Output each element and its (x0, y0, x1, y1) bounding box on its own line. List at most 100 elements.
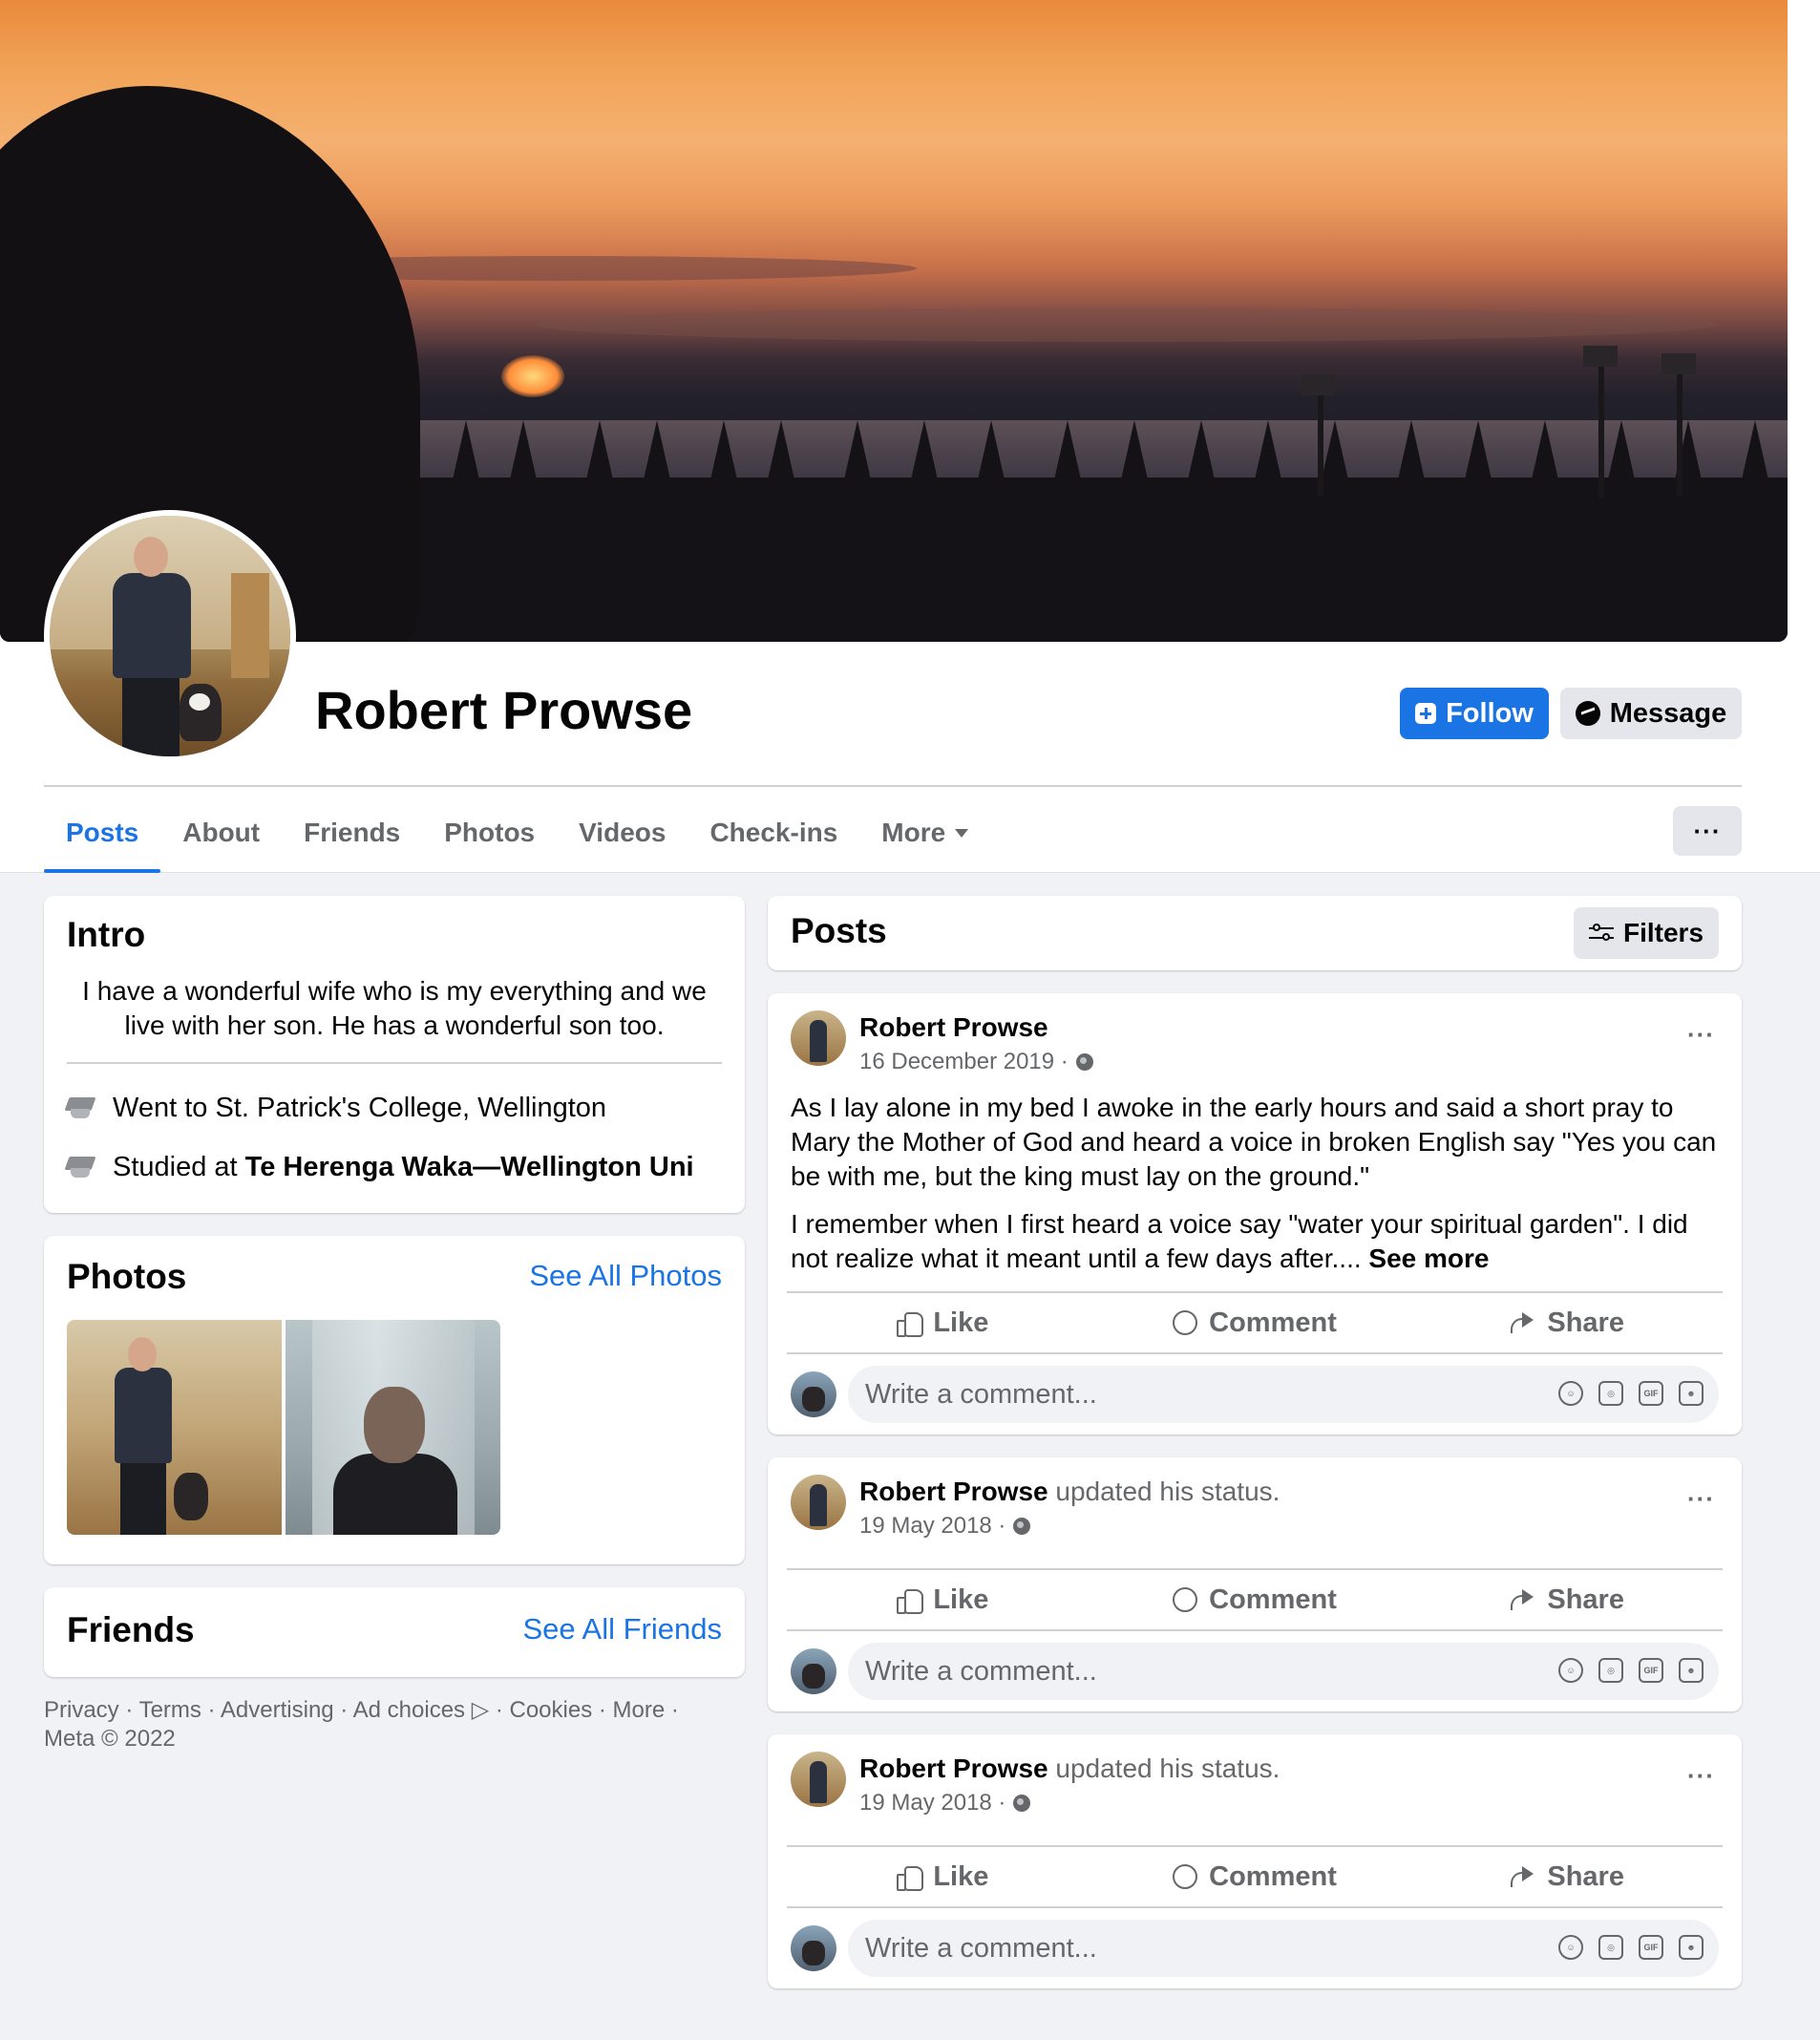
education-school[interactable]: St. Patrick's College, Wellington (215, 1093, 606, 1123)
post-date[interactable]: 19 May 2018 · (859, 1513, 1005, 1540)
like-button[interactable]: Like (787, 1572, 1099, 1627)
post-author-line: Robert Prowse updated his status. (859, 1477, 1280, 1507)
like-button[interactable]: Like (787, 1849, 1099, 1904)
filters-button[interactable]: Filters (1574, 907, 1719, 959)
photos-card: Photos See All Photos (44, 1236, 745, 1564)
camera-icon[interactable]: ◎ (1598, 1381, 1623, 1406)
cover-sun (501, 355, 564, 397)
messenger-icon (1575, 701, 1600, 726)
footer-links[interactable]: Privacy · Terms · Advertising · Ad choic… (44, 1696, 745, 1753)
sticker-icon[interactable]: ☻ (1679, 1658, 1704, 1683)
post-body-text: I remember when I first heard a voice sa… (791, 1209, 1688, 1273)
emoji-icon[interactable]: ☺ (1558, 1935, 1583, 1960)
photo-thumbnail[interactable] (67, 1320, 282, 1535)
post-divider (787, 1906, 1723, 1908)
comment-button[interactable]: Comment (1099, 1849, 1411, 1904)
camera-icon[interactable]: ◎ (1598, 1935, 1623, 1960)
post-card: Robert Prowse updated his status. 19 May… (768, 1457, 1742, 1711)
cover-floodlight (1583, 346, 1618, 367)
follow-plus-icon (1415, 703, 1437, 724)
tab-photos[interactable]: Photos (422, 793, 557, 873)
comment-button[interactable]: Comment (1099, 1572, 1411, 1627)
post-options-button[interactable]: ··· (1687, 1761, 1715, 1791)
post-options-button[interactable]: ··· (1687, 1484, 1715, 1514)
tab-friends[interactable]: Friends (282, 793, 422, 873)
post-divider (787, 1352, 1723, 1354)
post-date[interactable]: 19 May 2018 · (859, 1790, 1005, 1817)
sticker-icon[interactable]: ☻ (1679, 1381, 1704, 1406)
tab-more[interactable]: More (859, 793, 990, 873)
sticker-icon[interactable]: ☻ (1679, 1935, 1704, 1960)
tab-check-ins[interactable]: Check-ins (688, 793, 859, 873)
comment-composer: ☺ ◎ GIF ☻ (791, 1643, 1719, 1700)
post-author-avatar[interactable] (791, 1010, 846, 1066)
see-all-photos-link[interactable]: See All Photos (529, 1259, 722, 1293)
post-date[interactable]: 16 December 2019 · (859, 1049, 1069, 1075)
tab-about[interactable]: About (160, 793, 282, 873)
see-more-link[interactable]: See more (1368, 1243, 1489, 1273)
gif-icon[interactable]: GIF (1639, 1381, 1663, 1406)
education-prefix: Studied at (113, 1152, 245, 1182)
footer-line[interactable]: Privacy · Terms · Advertising · Ad choic… (44, 1696, 745, 1725)
thumbs-up-icon (897, 1587, 924, 1614)
post-options-button[interactable]: ··· (1687, 1020, 1715, 1050)
message-button[interactable]: Message (1560, 688, 1742, 739)
camera-icon[interactable]: ◎ (1598, 1658, 1623, 1683)
post-author-line: Robert Prowse updated his status. (859, 1753, 1280, 1784)
post-divider (787, 1629, 1723, 1631)
post-author-name[interactable]: Robert Prowse (859, 1012, 1048, 1042)
education-school[interactable]: Te Herenga Waka—Wellington Uni (245, 1152, 694, 1182)
profile-picture[interactable] (44, 510, 296, 762)
like-label: Like (933, 1583, 989, 1615)
cover-floodlight (1301, 374, 1335, 395)
tab-posts[interactable]: Posts (44, 793, 161, 873)
posts-header-card: Posts Filters (768, 896, 1742, 970)
profile-name: Robert Prowse (315, 680, 693, 740)
follow-button[interactable]: Follow (1400, 688, 1549, 739)
cover-light-pole (1598, 355, 1604, 499)
gif-icon[interactable]: GIF (1639, 1658, 1663, 1683)
tab-videos[interactable]: Videos (557, 793, 688, 873)
comment-label: Comment (1209, 1860, 1337, 1892)
sliders-icon (1588, 924, 1614, 943)
like-label: Like (933, 1307, 989, 1338)
comment-label: Comment (1209, 1307, 1337, 1338)
share-button[interactable]: Share (1410, 1295, 1723, 1350)
tab-label: Photos (444, 818, 536, 847)
emoji-icon[interactable]: ☺ (1558, 1658, 1583, 1683)
post-author-name[interactable]: Robert Prowse (859, 1753, 1048, 1783)
post-actions: Like Comment Share (787, 1572, 1723, 1627)
post-divider (787, 1845, 1723, 1847)
photo-thumbnail[interactable] (286, 1320, 500, 1535)
comment-composer: ☺ ◎ GIF ☻ (791, 1920, 1719, 1977)
comment-button[interactable]: Comment (1099, 1295, 1411, 1350)
education-text: Went to St. Patrick's College, Wellingto… (113, 1093, 606, 1124)
share-button[interactable]: Share (1410, 1572, 1723, 1627)
globe-icon (1013, 1518, 1031, 1535)
comment-tools: ☺ ◎ GIF ☻ (1558, 1935, 1704, 1960)
post-author-line: Robert Prowse (859, 1012, 1048, 1043)
education-item: Studied at Te Herenga Waka—Wellington Un… (64, 1152, 694, 1183)
like-label: Like (933, 1860, 989, 1892)
viewer-avatar (791, 1648, 836, 1694)
see-all-friends-link[interactable]: See All Friends (523, 1612, 723, 1647)
share-label: Share (1547, 1307, 1624, 1338)
like-button[interactable]: Like (787, 1295, 1099, 1350)
post-author-name[interactable]: Robert Prowse (859, 1477, 1048, 1506)
post-author-avatar[interactable] (791, 1752, 846, 1807)
comment-composer: ☺ ◎ GIF ☻ (791, 1366, 1719, 1423)
gif-icon[interactable]: GIF (1639, 1935, 1663, 1960)
post-card: Robert Prowse updated his status. 19 May… (768, 1734, 1742, 1988)
share-button[interactable]: Share (1410, 1849, 1723, 1904)
tab-label: Posts (66, 818, 139, 847)
post-author-avatar[interactable] (791, 1475, 846, 1530)
cover-light-pole (1318, 382, 1323, 497)
tab-label: Friends (304, 818, 401, 847)
post-divider (787, 1568, 1723, 1570)
intro-divider (67, 1062, 722, 1064)
profile-options-button[interactable]: ··· (1673, 806, 1742, 856)
emoji-icon[interactable]: ☺ (1558, 1381, 1583, 1406)
intro-card: Intro I have a wonderful wife who is my … (44, 896, 745, 1213)
education-text: Studied at Te Herenga Waka—Wellington Un… (113, 1152, 694, 1183)
tab-label: About (182, 818, 261, 847)
